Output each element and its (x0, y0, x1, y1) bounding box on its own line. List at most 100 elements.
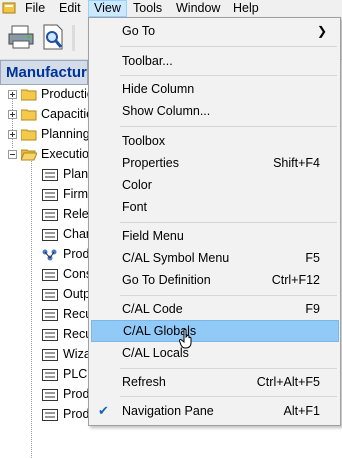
app-icon[interactable] (2, 1, 16, 15)
tree-label: Planned Production Orders (63, 167, 88, 181)
tree-page[interactable]: Released Prod. Orders (0, 205, 88, 225)
tree-label: Consumption Journal (63, 267, 88, 281)
menu-item-label: C/AL Code (122, 302, 183, 316)
list-page-icon (42, 369, 58, 381)
tree-page[interactable]: Consumption Journal (0, 265, 88, 285)
list-page-icon (42, 189, 58, 201)
list-page-icon (42, 289, 58, 301)
expand-icon[interactable] (8, 110, 17, 119)
shortcut-text: F9 (305, 302, 320, 316)
open-folder-icon (21, 149, 37, 161)
menu-item-show-column[interactable]: Show Column... (91, 100, 339, 122)
tree-label: Production Forecast (63, 407, 88, 421)
tree-page[interactable]: Change Production Order Status (0, 225, 88, 245)
menu-item-cal-locals[interactable]: C/AL Locals (91, 342, 339, 364)
mouse-pointer-icon (179, 329, 192, 349)
menu-edit[interactable]: Edit (54, 0, 86, 17)
menu-separator (120, 396, 337, 397)
tree-page[interactable]: Output Journal (0, 285, 88, 305)
tree-label: Output Journal (63, 287, 88, 301)
tree-page[interactable]: Production Journal (0, 245, 88, 265)
shortcut-text: Shift+F4 (273, 156, 320, 170)
list-page-icon (42, 389, 58, 401)
menu-help[interactable]: Help (228, 0, 264, 17)
tree-label: Recurring Consumption Journal (63, 307, 88, 321)
folder-icon (21, 129, 37, 141)
tree-label: PLC (63, 367, 88, 381)
menu-item-label: Refresh (122, 375, 166, 389)
tree-page[interactable]: Production Forecast (0, 405, 88, 425)
list-page-icon (42, 209, 58, 221)
menu-item-toolbar[interactable]: Toolbar... (91, 50, 339, 72)
tree-label: Production Schedule (63, 387, 88, 401)
menu-item-label: Properties (122, 156, 179, 170)
menu-tools[interactable]: Tools (128, 0, 167, 17)
menu-item-properties[interactable]: Properties Shift+F4 (91, 152, 339, 174)
menu-item-cal-globals[interactable]: C/AL Globals (91, 320, 339, 342)
menu-separator (120, 368, 337, 369)
tree-label: Recurring Output Journal (63, 327, 88, 341)
tree-page[interactable]: Recurring Consumption Journal (0, 305, 88, 325)
menu-item-go-to-definition[interactable]: Go To Definition Ctrl+F12 (91, 269, 339, 291)
expand-icon[interactable] (8, 90, 17, 99)
menu-item-label: Color (122, 178, 152, 192)
menu-item-refresh[interactable]: Refresh Ctrl+Alt+F5 (91, 371, 339, 393)
menu-item-label: Toolbar... (122, 54, 173, 68)
menu-item-go-to[interactable]: Go To ❯ (91, 20, 339, 42)
menu-item-label: Toolbox (122, 134, 166, 148)
menu-separator (120, 46, 337, 47)
menu-item-label: Show Column... (122, 104, 211, 118)
menu-window[interactable]: Window (171, 0, 225, 17)
menu-separator (120, 126, 337, 127)
tree-label: Released Prod. Orders (63, 207, 88, 221)
menu-item-font[interactable]: Font (91, 196, 339, 218)
tree-page[interactable]: PLC (0, 365, 88, 385)
shortcut-text: F5 (305, 251, 320, 265)
menu-item-color[interactable]: Color (91, 174, 339, 196)
tree-label: Change Production Order Status (63, 227, 88, 241)
tree-label: Planning (41, 127, 88, 141)
menu-separator (120, 295, 337, 296)
shortcut-text: Ctrl+F12 (271, 273, 320, 287)
tree-folder-execution[interactable]: Execution (0, 145, 88, 165)
menu-item-label: Go To (122, 24, 156, 38)
tree-page[interactable]: Recurring Output Journal (0, 325, 88, 345)
tree-folder-capacities[interactable]: Capacities (0, 105, 88, 125)
menu-item-label: Field Menu (122, 229, 184, 243)
menu-item-label: C/AL Symbol Menu (122, 251, 230, 265)
menu-item-cal-symbol-menu[interactable]: C/AL Symbol Menu F5 (91, 247, 339, 269)
tree-page[interactable]: Production Schedule (0, 385, 88, 405)
menu-item-navigation-pane[interactable]: ✔ Navigation Pane Alt+F1 (91, 400, 339, 422)
view-menu: Go To ❯ Toolbar... Hide Column Show Colu… (88, 17, 341, 426)
collapse-icon[interactable] (8, 150, 17, 159)
shortcut-text: Ctrl+Alt+F5 (256, 375, 320, 389)
menu-file[interactable]: File (20, 0, 50, 17)
tree-page[interactable]: Firm Planned Prod. Orders (0, 185, 88, 205)
tree-page[interactable]: Planned Production Orders (0, 165, 88, 185)
menu-separator (120, 75, 337, 76)
tree-label: Wizard (63, 347, 88, 361)
folder-icon (21, 89, 37, 101)
print-preview-icon[interactable] (38, 22, 68, 52)
nav-title: Manufacturing (0, 60, 88, 85)
tree-label: Execution (41, 147, 88, 161)
toolbar-overflow (72, 25, 75, 51)
menu-separator (120, 222, 337, 223)
menu-item-cal-code[interactable]: C/AL Code F9 (91, 298, 339, 320)
tree-label: Firm Planned Prod. Orders (63, 187, 88, 201)
menu-item-field-menu[interactable]: Field Menu (91, 225, 339, 247)
list-page-icon (42, 309, 58, 321)
shortcut-text: Alt+F1 (283, 404, 320, 418)
expand-icon[interactable] (8, 130, 17, 139)
tree-folder-planning[interactable]: Planning (0, 125, 88, 145)
checkmark-icon: ✔ (98, 403, 109, 418)
menu-view[interactable]: View (88, 0, 127, 17)
tree-folder-production[interactable]: Production (0, 85, 88, 105)
tree-page[interactable]: Wizard (0, 345, 88, 365)
menu-item-toolbox[interactable]: Toolbox (91, 130, 339, 152)
menu-item-hide-column[interactable]: Hide Column (91, 78, 339, 100)
print-icon[interactable] (6, 22, 36, 52)
menu-item-label: Hide Column (122, 82, 195, 96)
list-page-icon (42, 409, 58, 421)
menu-item-label: Navigation Pane (122, 404, 214, 418)
